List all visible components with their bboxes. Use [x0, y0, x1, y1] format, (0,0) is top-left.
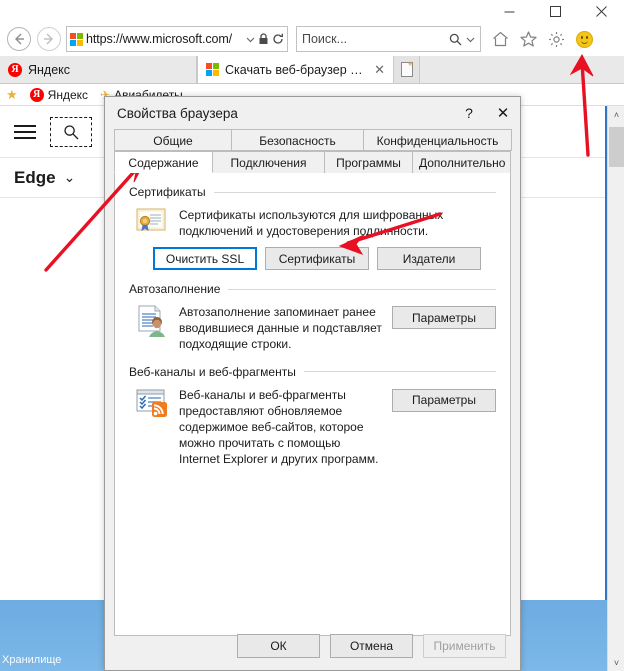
search-icon[interactable]	[449, 33, 462, 46]
tab-title: Скачать веб-браузер Micr...	[225, 62, 369, 77]
apply-button: Применить	[423, 634, 506, 658]
scroll-up-icon[interactable]: ˄	[608, 106, 624, 123]
new-tab-icon	[400, 59, 413, 77]
certificates-group: Сертификаты Сертификаты используются для…	[129, 185, 496, 270]
certificates-label: Сертификаты	[129, 185, 206, 199]
group-header: Веб-каналы и веб-фрагменты	[129, 365, 496, 379]
scrollbar-thumb[interactable]	[609, 127, 624, 167]
url-text[interactable]: https://www.microsoft.com/	[86, 32, 243, 46]
address-bar[interactable]: https://www.microsoft.com/	[66, 26, 288, 52]
feeds-content: Веб-каналы и веб-фрагменты предоставляют…	[129, 379, 496, 468]
browser-tab-yandex[interactable]: Я Яндекс	[0, 56, 197, 83]
dialog-tabs-row-bottom: Содержание Подключения Программы Дополни…	[114, 151, 511, 173]
favorite-yandex[interactable]: Я Яндекс	[29, 87, 89, 102]
dialog-footer: ОК Отмена Применить	[105, 622, 520, 670]
dialog-title: Свойства браузера	[117, 105, 238, 121]
feeds-button-wrap: Параметры	[392, 387, 496, 412]
toolbar-icons	[489, 28, 595, 50]
smiley-icon[interactable]	[573, 28, 595, 50]
ok-button[interactable]: ОК	[237, 634, 320, 658]
back-arrow-icon[interactable]	[4, 24, 34, 54]
feeds-description: Веб-каналы и веб-фрагменты предоставляют…	[179, 387, 379, 467]
scroll-down-icon[interactable]: ˅	[608, 654, 624, 671]
autocomplete-content: Автозаполнение запоминает ранее вводивши…	[129, 296, 496, 353]
microsoft-icon	[206, 63, 219, 76]
screenshot-root: Хранилище https://www.microsoft.com/ Пои…	[0, 0, 624, 671]
internet-options-dialog: Свойства браузера ? ✕ Общие Безопасность…	[104, 96, 521, 671]
certificates-description: Сертификаты используются для шифрованных…	[179, 208, 444, 239]
group-header: Сертификаты	[129, 185, 496, 199]
autocomplete-label: Автозаполнение	[129, 282, 221, 296]
page-scrollbar[interactable]: ˄ ˅	[607, 106, 624, 671]
favorites-star-icon: ★	[6, 86, 18, 102]
autocomplete-button-wrap: Параметры	[392, 304, 496, 329]
tab-konfidencialnost[interactable]: Конфиденциальность	[363, 129, 512, 151]
favorites-add-button[interactable]: ★	[6, 87, 18, 103]
tab-podkluchenia[interactable]: Подключения	[212, 151, 325, 173]
tab-strip: Я Яндекс Скачать веб-браузер Micr... ✕	[0, 56, 624, 84]
hamburger-icon[interactable]	[14, 121, 36, 143]
microsoft-icon	[70, 32, 83, 46]
autocomplete-description: Автозаполнение запоминает ранее вводивши…	[179, 305, 382, 352]
certificate-icon	[135, 207, 169, 241]
navigation-toolbar: https://www.microsoft.com/ Поиск...	[0, 22, 624, 56]
cancel-button[interactable]: Отмена	[330, 634, 413, 658]
gear-icon[interactable]	[545, 28, 567, 50]
tab-title: Яндекс	[28, 62, 71, 77]
site-search-button[interactable]	[50, 116, 92, 147]
feeds-settings-button[interactable]: Параметры	[392, 388, 496, 412]
site-brand-label: Edge	[14, 167, 56, 187]
feeds-group: Веб-каналы и веб-фрагменты Веб-каналы и …	[129, 365, 496, 468]
forward-arrow-icon[interactable]	[34, 24, 64, 54]
dialog-content-panel: Сертификаты Сертификаты используются для…	[114, 173, 511, 636]
chevron-down-icon[interactable]: ⌄	[64, 169, 76, 186]
close-icon[interactable]	[578, 0, 624, 22]
feeds-label: Веб-каналы и веб-фрагменты	[129, 364, 296, 379]
tab-programmy[interactable]: Программы	[324, 151, 413, 173]
rss-feed-icon	[135, 387, 169, 421]
window-controls	[486, 0, 624, 22]
autocomplete-icon	[135, 304, 169, 338]
window-titlebar	[0, 0, 624, 22]
close-icon[interactable]: ✕	[374, 63, 385, 76]
lock-icon[interactable]	[258, 33, 269, 45]
yandex-icon: Я	[8, 62, 22, 77]
dialog-titlebar: Свойства браузера ? ✕	[105, 97, 520, 129]
publishers-button[interactable]: Издатели	[377, 247, 481, 270]
help-icon[interactable]: ?	[452, 98, 486, 128]
autocomplete-settings-button[interactable]: Параметры	[392, 306, 496, 329]
yandex-icon: Я	[29, 87, 44, 102]
home-icon[interactable]	[489, 28, 511, 50]
dialog-tabs: Общие Безопасность Конфиденциальность Со…	[105, 129, 520, 173]
chevron-down-icon[interactable]	[246, 35, 255, 44]
search-bar[interactable]: Поиск...	[296, 26, 481, 52]
certificates-content: Сертификаты используются для шифрованных…	[129, 199, 496, 241]
refresh-icon[interactable]	[272, 33, 284, 45]
divider	[213, 191, 496, 193]
tab-dopolnitelno[interactable]: Дополнительно	[412, 151, 511, 173]
divider	[303, 371, 496, 373]
new-tab-button[interactable]	[394, 56, 420, 83]
close-icon[interactable]: ✕	[486, 98, 520, 128]
chevron-down-icon[interactable]	[466, 35, 475, 44]
minimize-icon[interactable]	[486, 0, 532, 22]
dialog-tabs-row-top: Общие Безопасность Конфиденциальность	[114, 129, 512, 151]
clear-ssl-button[interactable]: Очистить SSL	[153, 247, 257, 270]
group-header: Автозаполнение	[129, 282, 496, 296]
certificates-buttons: Очистить SSL Сертификаты Издатели	[129, 241, 496, 270]
autocomplete-group: Автозаполнение Автозаполнение запоминает…	[129, 282, 496, 353]
tab-soderzhanie[interactable]: Содержание	[114, 151, 213, 173]
star-icon[interactable]	[517, 28, 539, 50]
tab-obschie[interactable]: Общие	[114, 129, 232, 151]
favorite-label: Яндекс	[47, 87, 89, 102]
divider	[228, 288, 496, 290]
tab-bezopasnost[interactable]: Безопасность	[231, 129, 364, 151]
maximize-icon[interactable]	[532, 0, 578, 22]
browser-tab-microsoft[interactable]: Скачать веб-браузер Micr... ✕	[197, 56, 394, 83]
search-input[interactable]: Поиск...	[302, 32, 449, 46]
certificates-button[interactable]: Сертификаты	[265, 247, 369, 270]
